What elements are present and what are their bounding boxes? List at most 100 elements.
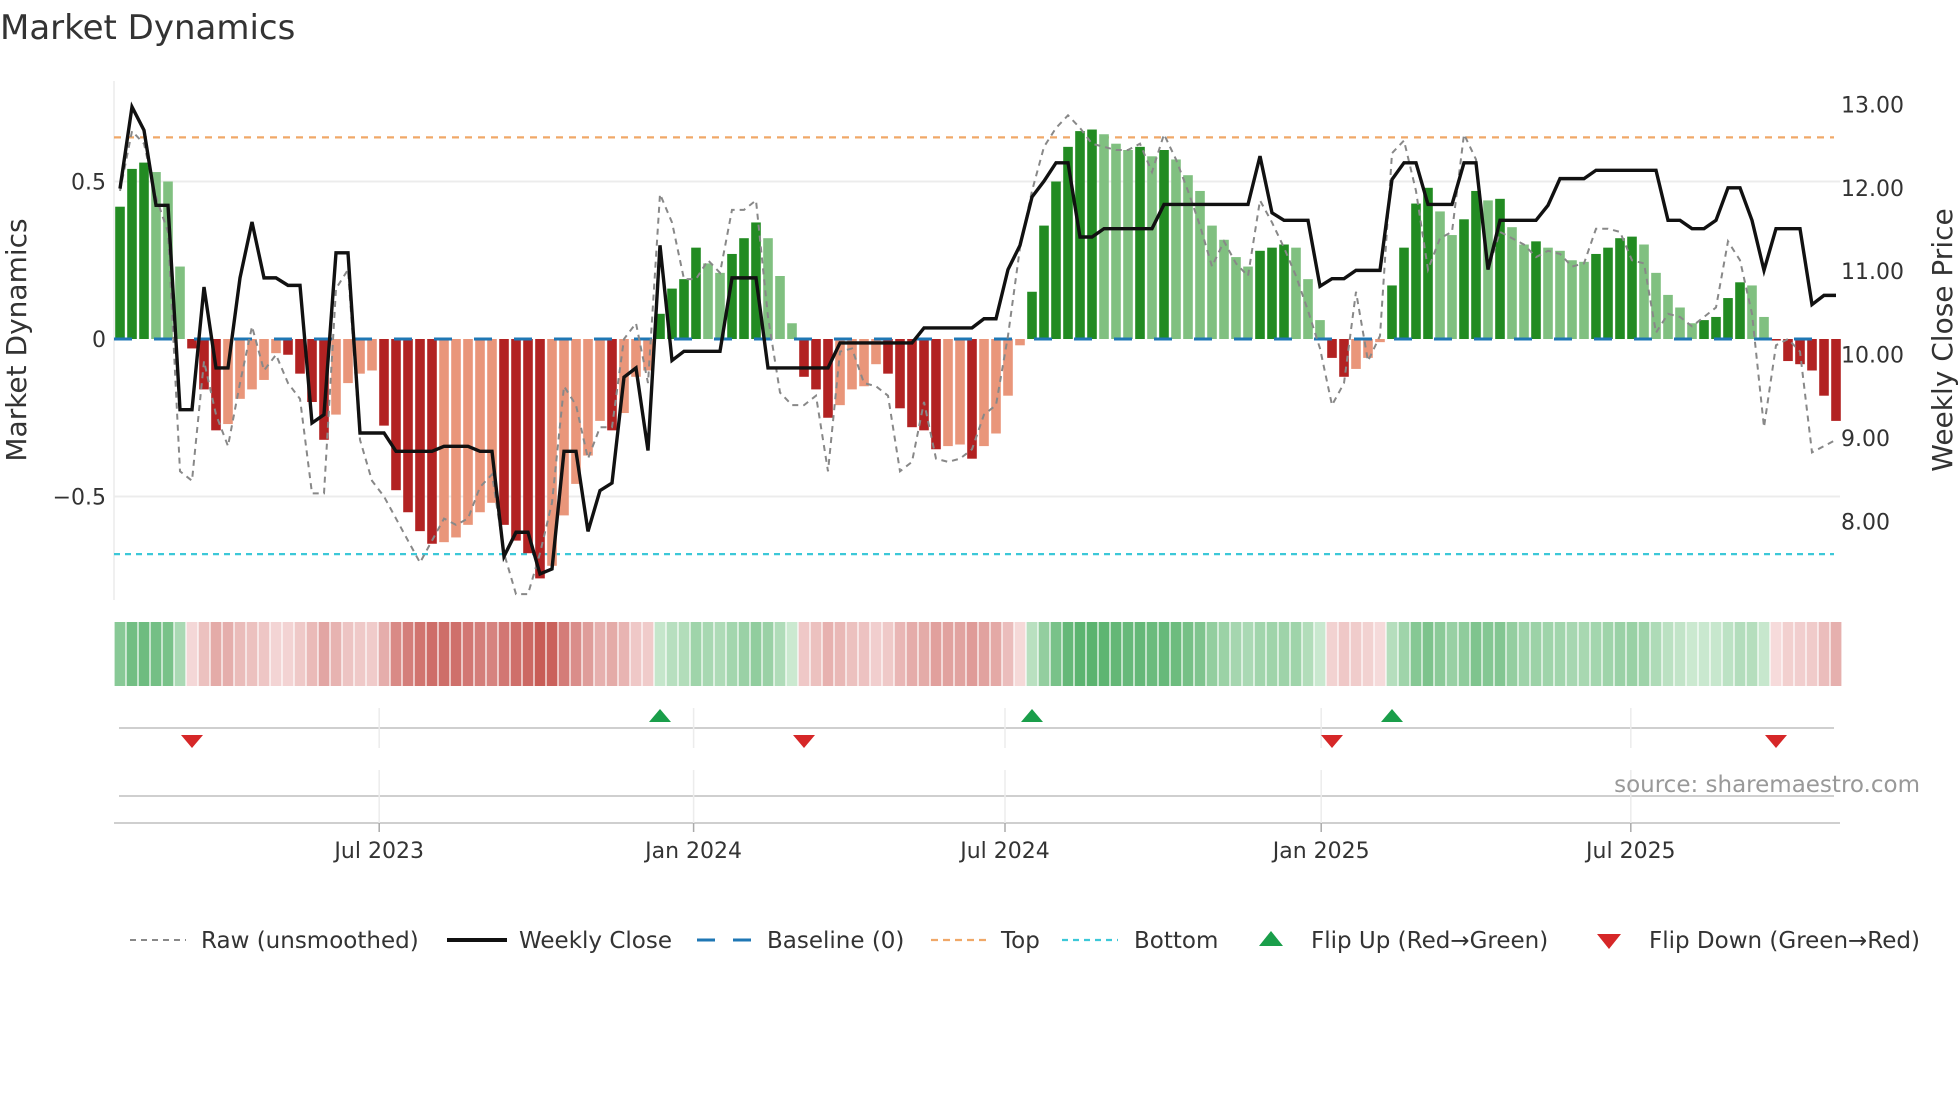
- flip-marker-panel: [114, 727, 1840, 824]
- dynamics-bar: [895, 339, 905, 409]
- dynamics-bar: [379, 339, 389, 426]
- heat-strip-cell: [1422, 622, 1434, 686]
- dynamics-bar: [775, 276, 785, 339]
- dynamics-bar: [967, 339, 977, 459]
- dynamics-bar: [1003, 339, 1013, 396]
- dynamics-bar: [1279, 244, 1289, 339]
- dynamics-bar: [1507, 227, 1517, 339]
- heat-strip-cell: [234, 622, 246, 686]
- heat-strip-cell: [1674, 622, 1686, 686]
- heat-strip-cell: [1194, 622, 1206, 686]
- heat-strip-cell: [762, 622, 774, 686]
- heat-strip-cell: [1110, 622, 1122, 686]
- dynamics-bar: [1411, 203, 1421, 339]
- dynamics-bar: [979, 339, 989, 447]
- heat-strip-cell: [1662, 622, 1674, 686]
- heat-strip-cell: [678, 622, 690, 686]
- heat-strip-cell: [1710, 622, 1722, 686]
- dynamics-bar: [343, 339, 353, 384]
- heat-strip-cell: [1686, 622, 1698, 686]
- dynamics-bar: [1159, 150, 1169, 339]
- heat-strip-cell: [426, 622, 438, 686]
- heat-strip-cell: [486, 622, 498, 686]
- x-tick-label: Jul 2023: [332, 839, 424, 864]
- heat-strip-cell: [1038, 622, 1050, 686]
- dynamics-bar: [1591, 253, 1601, 339]
- market-dynamics-chart: Market Dynamics 0.5 0 −0.5 13.00 12.00 11.00…: [0, 8, 1959, 954]
- heat-strip-cell: [810, 622, 822, 686]
- heat-strip-cell: [1638, 622, 1650, 686]
- dynamics-bar: [259, 339, 269, 380]
- heat-strip-cell: [930, 622, 942, 686]
- chart-title: Market Dynamics: [0, 8, 295, 48]
- dynamics-bar: [1219, 239, 1229, 339]
- dynamics-bar: [1675, 307, 1685, 339]
- dynamics-bar: [1699, 320, 1709, 339]
- heat-strip-cell: [1494, 622, 1506, 686]
- flip-up-marker: [1381, 709, 1403, 722]
- dynamics-bar: [1603, 247, 1613, 339]
- heat-strip-cell: [210, 622, 222, 686]
- dynamics-bars: [114, 129, 1841, 579]
- heat-strip-cell: [642, 622, 654, 686]
- heat-strip-cell: [1014, 622, 1026, 686]
- heat-strip-cell: [1350, 622, 1362, 686]
- raw-unsmoothed-line: [119, 113, 1837, 596]
- heat-strip-cell: [978, 622, 990, 686]
- right-tick-label: 13.00: [1841, 93, 1904, 118]
- heat-strip-cell: [1506, 622, 1518, 686]
- heat-strip-cell: [258, 622, 270, 686]
- heat-strip-cell: [1314, 622, 1326, 686]
- legend: Raw (unsmoothed) Weekly Close Baseline (0)…: [130, 928, 1920, 954]
- heat-strip-cell: [1074, 622, 1086, 686]
- left-tick-label: 0.5: [71, 171, 106, 196]
- legend-label: Bottom: [1134, 928, 1218, 954]
- heat-strip-cell: [894, 622, 906, 686]
- heat-strip-cell: [954, 622, 966, 686]
- heat-strip-cell: [1542, 622, 1554, 686]
- dynamics-bar: [1543, 247, 1553, 339]
- dynamics-bar: [1399, 247, 1409, 339]
- heat-strip-cell: [1446, 622, 1458, 686]
- dynamics-heat-strip: [114, 622, 1842, 686]
- x-tick-label: Jan 2025: [1271, 839, 1370, 864]
- heat-strip-cell: [1218, 622, 1230, 686]
- dynamics-bar: [1831, 339, 1841, 421]
- legend-item-raw: Raw (unsmoothed): [130, 928, 419, 954]
- dynamics-bar: [1819, 339, 1829, 396]
- left-axis-label: Market Dynamics: [0, 218, 33, 461]
- dynamics-bar: [1555, 250, 1565, 339]
- legend-label: Flip Up (Red→Green): [1311, 928, 1548, 954]
- dynamics-bar: [1255, 250, 1265, 339]
- legend-item-bottom: Bottom: [1062, 928, 1218, 954]
- heat-strip-cell: [1374, 622, 1386, 686]
- heat-strip-cell: [174, 622, 186, 686]
- legend-flip-down-icon: [1597, 934, 1621, 949]
- flip-down-marker: [181, 735, 203, 748]
- right-axis-ticks: 13.00 12.00 11.00 10.00 9.00 8.00: [1841, 93, 1904, 535]
- heat-strip-cell: [1362, 622, 1374, 686]
- right-tick-label: 8.00: [1841, 510, 1890, 535]
- heat-strip-cell: [1626, 622, 1638, 686]
- heat-strip-cell: [870, 622, 882, 686]
- heat-strip-cell: [186, 622, 198, 686]
- dynamics-bar: [1327, 339, 1337, 358]
- heat-strip-cell: [1326, 622, 1338, 686]
- heat-strip-cell: [1242, 622, 1254, 686]
- dynamics-bar: [1375, 339, 1385, 343]
- heat-strip-cell: [942, 622, 954, 686]
- heat-strip-cell: [1122, 622, 1134, 686]
- heat-strip-cell: [342, 622, 354, 686]
- left-tick-label: 0: [92, 328, 106, 353]
- heat-strip-cell: [798, 622, 810, 686]
- dynamics-bar: [1615, 238, 1625, 339]
- dynamics-bar: [679, 279, 689, 339]
- heat-strip-cell: [1266, 622, 1278, 686]
- heat-strip-cell: [1290, 622, 1302, 686]
- heat-strip-cell: [1482, 622, 1494, 686]
- dynamics-bar: [1759, 316, 1769, 339]
- heat-strip-cell: [222, 622, 234, 686]
- legend-item-top: Top: [931, 928, 1040, 954]
- dynamics-bar: [931, 339, 941, 450]
- heat-strip-cell: [918, 622, 930, 686]
